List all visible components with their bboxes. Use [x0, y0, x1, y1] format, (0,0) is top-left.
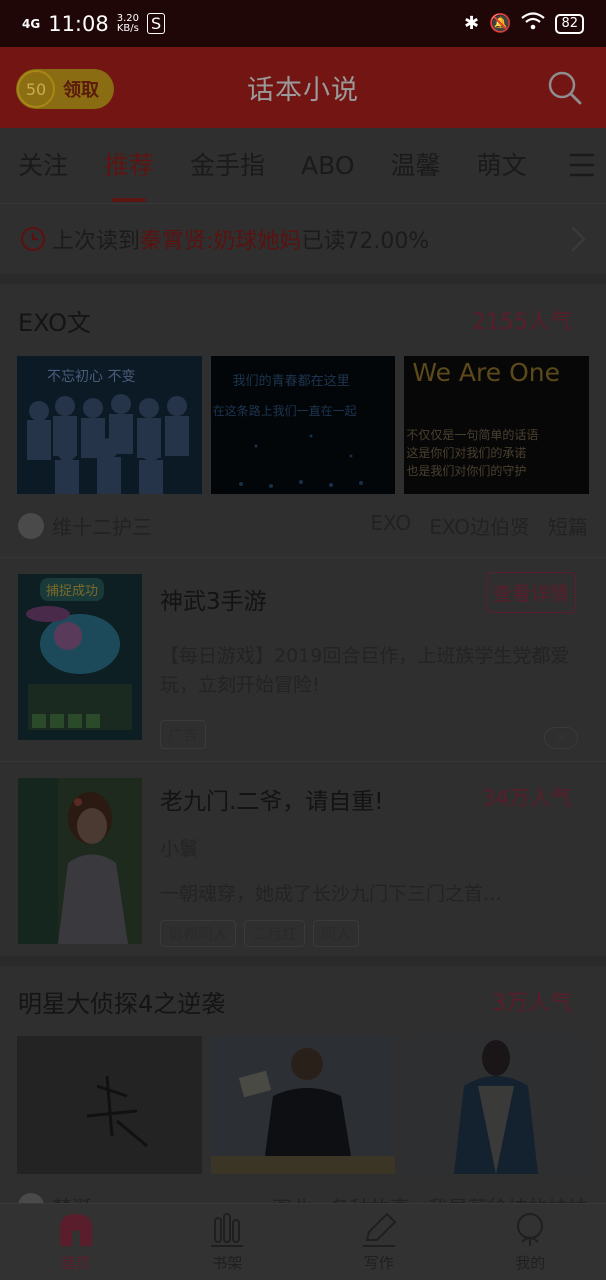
tab-warm[interactable]: 温馨 — [391, 128, 441, 204]
tab-follow[interactable]: 关注 — [18, 128, 68, 204]
star-detective-section[interactable]: 明星大侦探4之逆袭 3万人气 — [0, 966, 606, 1203]
nav-bookshelf[interactable]: 书架 — [152, 1204, 304, 1280]
nav-label: 首页 — [60, 1253, 91, 1272]
pen-icon — [362, 1212, 397, 1247]
book-description: 一朝魂穿，她成了长沙九门下三门之首… — [160, 883, 503, 905]
author-avatar — [18, 512, 44, 539]
battery-indicator: 82 — [555, 13, 584, 34]
tag[interactable]: 双北 — [272, 1192, 312, 1204]
profile-icon — [517, 1212, 544, 1246]
book-cover-image — [18, 778, 142, 944]
tab-recommend[interactable]: 推荐 — [104, 128, 154, 204]
cover-image[interactable]: 我们的青春都在这里 在这条路上我们一直在一起 — [210, 356, 396, 494]
speed-unit: KB/s — [116, 22, 139, 34]
stars-image — [238, 434, 363, 488]
woman-portrait-image — [454, 1040, 539, 1174]
section-title: 明星大侦探4之逆袭 — [18, 989, 226, 1018]
ad-card[interactable]: 捕捉成功 神武3手游 查看详情 【每日游戏】2019回合巨作，上班族学生党都爱玩… — [0, 558, 606, 762]
claim-coins-button[interactable]: 50 领取 — [16, 69, 114, 109]
nav-label: 我的 — [515, 1253, 546, 1272]
thumb-line: 不仅仅是一句简单的话语 — [406, 428, 539, 442]
tag[interactable]: 各种故事 — [330, 1192, 410, 1204]
close-ad-button[interactable]: ✕ — [544, 727, 578, 749]
ad-description: 【每日游戏】2019回合巨作，上班族学生党都爱玩，立刻开始冒险! — [160, 645, 570, 696]
home-icon — [59, 1213, 92, 1246]
thumb-line: 这是你们对我们的承诺 — [406, 446, 527, 460]
signal-indicator: 4G — [22, 16, 41, 31]
thumb-caption: 不忘初心 不变 — [47, 369, 136, 385]
bookshelf-icon — [211, 1212, 244, 1247]
popularity-count: 2155人气 — [472, 310, 572, 335]
tag[interactable]: EXO边伯贤 — [429, 511, 530, 540]
author-name: 维十二护三 — [52, 515, 152, 539]
bluetooth-icon: ✱ — [463, 13, 480, 34]
section-title: EXO文 — [18, 308, 91, 337]
app-title: 话本小说 — [247, 75, 359, 106]
tag[interactable]: EXO — [370, 511, 411, 540]
man-in-suit-image — [210, 1048, 396, 1174]
mute-icon: 🔕 — [489, 13, 512, 34]
bottom-navigation: 首页 书架 写作 我的 — [0, 1203, 606, 1280]
ad-image: 捕捉成功 — [18, 574, 142, 740]
book-author: 小鬟 — [160, 838, 199, 860]
nav-label: 书架 — [212, 1253, 243, 1272]
tab-golden-finger[interactable]: 金手指 — [190, 128, 265, 204]
portrait-image — [18, 778, 142, 944]
tag[interactable]: 影视同人 — [160, 920, 237, 947]
cover-image[interactable] — [404, 1036, 590, 1174]
tag[interactable]: 二月红 — [244, 920, 306, 947]
thumb-line: 也是我们对你们的守护 — [406, 464, 527, 478]
book-card[interactable]: 老九门.二爷，请自重! 34万人气 小鬟 一朝魂穿，她成了长沙九门下三门之首… … — [0, 762, 606, 966]
ad-image-banner: 捕捉成功 — [40, 578, 105, 601]
recent-book-title: 秦霄贤:奶球她妈 — [140, 229, 302, 254]
cover-image[interactable]: We Are One 不仅仅是一句简单的话语 这是你们对我们的承诺 也是我们对你… — [404, 356, 590, 494]
cover-image[interactable] — [210, 1036, 396, 1174]
nav-label: 写作 — [363, 1253, 394, 1272]
clock-icon — [20, 226, 46, 252]
search-icon[interactable] — [546, 69, 584, 107]
thumb-title: We Are One — [412, 358, 560, 387]
app-header: 50 领取 话本小说 — [0, 47, 606, 128]
nav-home[interactable]: 首页 — [0, 1204, 152, 1280]
author-name: 楚涎 — [52, 1192, 92, 1204]
cover-image[interactable]: 不忘初心 不变 — [17, 356, 202, 494]
feed: 关注 推荐 金手指 ABO 温馨 萌文 上次读到 秦霄贤:奶球她妈 已读72.0… — [0, 128, 606, 1203]
wifi-icon — [521, 12, 546, 35]
view-details-button[interactable]: 查看详情 — [485, 572, 576, 613]
ad-label: 广告 — [160, 720, 207, 749]
claim-label: 领取 — [63, 80, 99, 101]
recent-prefix: 上次读到 — [52, 229, 141, 254]
author-avatar — [18, 1193, 44, 1203]
clock: 11:08 — [48, 11, 109, 36]
recent-progress: 已读72.00% — [301, 229, 430, 254]
popularity-count: 3万人气 — [492, 991, 572, 1016]
notification-icon: S — [147, 13, 166, 34]
tab-abo[interactable]: ABO — [301, 128, 355, 204]
category-tabs: 关注 推荐 金手指 ABO 温馨 萌文 — [0, 128, 606, 204]
tab-cute[interactable]: 萌文 — [477, 128, 527, 204]
calligraphy-image — [86, 1075, 148, 1148]
continue-reading-bar[interactable]: 上次读到 秦霄贤:奶球她妈 已读72.00% — [0, 204, 606, 284]
exo-section[interactable]: EXO文 2155人气 不忘初心 不变 我们的青春都在这里 在这条路上我们一直在… — [0, 284, 606, 558]
tag[interactable]: 短篇 — [548, 511, 588, 540]
chevron-right-icon — [571, 226, 586, 252]
tag[interactable]: 我是蔡徐坤的妹妹 — [428, 1192, 588, 1204]
network-speed: 3.20 KB/s — [116, 12, 139, 34]
nav-profile[interactable]: 我的 — [455, 1204, 606, 1280]
cover-image[interactable] — [17, 1036, 202, 1174]
nav-write[interactable]: 写作 — [303, 1204, 455, 1280]
speed-value: 3.20 — [116, 12, 139, 24]
popularity-count: 34万人气 — [482, 786, 572, 810]
coin-icon: 50 — [17, 70, 55, 108]
menu-icon[interactable] — [568, 152, 596, 178]
tag[interactable]: 同人 — [313, 920, 360, 947]
status-bar: 4G 11:08 3.20 KB/s S ✱ 🔕 82 — [0, 0, 606, 47]
